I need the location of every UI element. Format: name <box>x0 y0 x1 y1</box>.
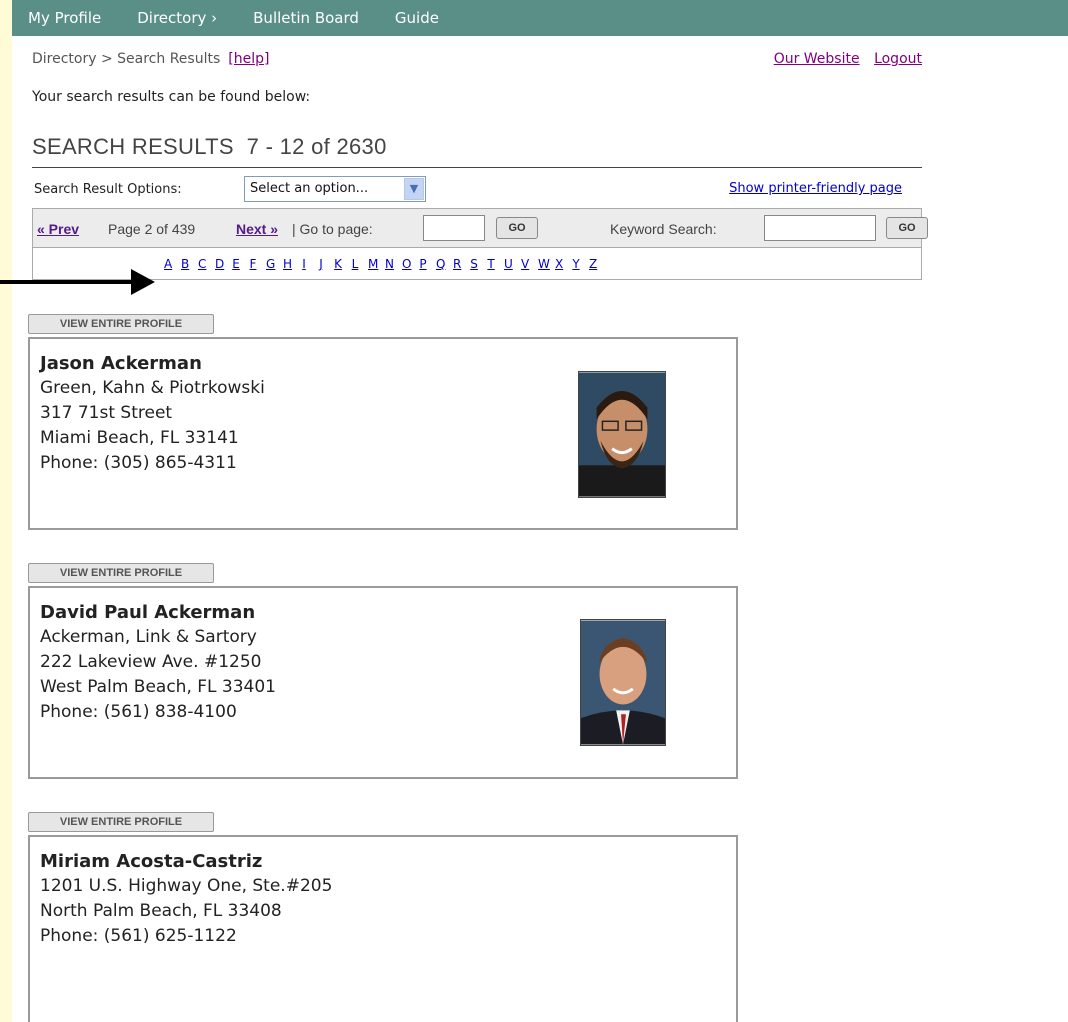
view-profile-button[interactable]: VIEW ENTIRE PROFILE <box>28 563 214 583</box>
help-link[interactable]: [help] <box>228 51 269 67</box>
alphabet-letter-s[interactable]: S <box>470 257 478 271</box>
alphabet-letters: ABCDEFGHIJKLMNOPQRSTUVWXYZ <box>164 257 606 271</box>
our-website-link[interactable]: Our Website <box>774 51 860 67</box>
alphabet-filter-bar: ABCDEFGHIJKLMNOPQRSTUVWXYZ <box>32 248 922 280</box>
top-navigation: My Profile Directory › Bulletin Board Gu… <box>12 0 1068 36</box>
search-options-label: Search Result Options: <box>34 182 182 197</box>
alphabet-letter-e[interactable]: E <box>232 257 240 271</box>
alphabet-letter-w[interactable]: W <box>538 257 550 271</box>
alphabet-letter-r[interactable]: R <box>453 257 461 271</box>
result-line: North Palm Beach, FL 33408 <box>40 901 282 921</box>
alphabet-letter-y[interactable]: Y <box>572 257 580 271</box>
result-name: Miriam Acosta-Castriz <box>40 851 263 872</box>
alphabet-letter-h[interactable]: H <box>283 257 292 271</box>
pagination-bar: « Prev Page 2 of 439 Next » | Go to page… <box>32 208 928 248</box>
goto-page-input[interactable] <box>423 215 485 241</box>
nav-directory[interactable]: Directory › <box>137 9 217 27</box>
alphabet-letter-f[interactable]: F <box>249 257 257 271</box>
result-line: Phone: (561) 625-1122 <box>40 926 237 946</box>
arrow-right-icon <box>131 269 155 295</box>
alphabet-letter-m[interactable]: M <box>368 257 378 271</box>
alphabet-letter-t[interactable]: T <box>487 257 495 271</box>
alphabet-letter-o[interactable]: O <box>402 257 411 271</box>
keyword-search-label: Keyword Search: <box>610 221 717 237</box>
prev-page-link[interactable]: « Prev <box>37 221 79 237</box>
profile-photo <box>580 619 666 746</box>
alphabet-letter-x[interactable]: X <box>555 257 563 271</box>
title-divider <box>32 167 922 168</box>
chevron-down-icon[interactable]: ▼ <box>404 178 424 200</box>
keyword-search-input[interactable] <box>764 215 876 241</box>
page-title: SEARCH RESULTS 7 - 12 of 2630 <box>32 134 387 159</box>
select-value: Select an option... <box>250 181 369 196</box>
header-links: Our Website Logout <box>764 51 922 67</box>
view-profile-button[interactable]: VIEW ENTIRE PROFILE <box>28 812 214 832</box>
search-options-select[interactable]: Select an option... ▼ <box>244 176 426 202</box>
alphabet-letter-p[interactable]: P <box>419 257 427 271</box>
nav-guide[interactable]: Guide <box>395 9 439 27</box>
breadcrumb-row: Directory > Search Results [help] Our Web… <box>32 51 922 71</box>
goto-page-button[interactable]: GO <box>496 217 538 239</box>
alphabet-letter-k[interactable]: K <box>334 257 342 271</box>
alphabet-letter-q[interactable]: Q <box>436 257 445 271</box>
alphabet-letter-u[interactable]: U <box>504 257 513 271</box>
alphabet-letter-n[interactable]: N <box>385 257 394 271</box>
nav-my-profile[interactable]: My Profile <box>28 9 101 27</box>
page-info: Page 2 of 439 <box>108 221 196 237</box>
alphabet-letter-v[interactable]: V <box>521 257 529 271</box>
result-card: Jason Ackerman Green, Kahn & Piotrkowski… <box>28 337 738 530</box>
result-card: Miriam Acosta-Castriz 1201 U.S. Highway … <box>28 835 738 1022</box>
alphabet-letter-d[interactable]: D <box>215 257 224 271</box>
alphabet-letter-j[interactable]: J <box>317 257 325 271</box>
main-content: Directory > Search Results [help] Our Web… <box>0 36 1068 1022</box>
breadcrumb: Directory > Search Results [help] <box>32 51 269 67</box>
alphabet-letter-g[interactable]: G <box>266 257 275 271</box>
alphabet-letter-i[interactable]: I <box>300 257 308 271</box>
nav-bulletin-board[interactable]: Bulletin Board <box>253 9 359 27</box>
alphabet-letter-a[interactable]: A <box>164 257 172 271</box>
result-line: 1201 U.S. Highway One, Ste.#205 <box>40 876 333 896</box>
result-card: David Paul Ackerman Ackerman, Link & Sar… <box>28 586 738 779</box>
alphabet-letter-c[interactable]: C <box>198 257 206 271</box>
next-page-link[interactable]: Next » <box>236 221 278 237</box>
logout-link[interactable]: Logout <box>874 51 922 67</box>
alphabet-letter-z[interactable]: Z <box>589 257 597 271</box>
alphabet-letter-b[interactable]: B <box>181 257 189 271</box>
printer-friendly-link[interactable]: Show printer-friendly page <box>729 181 902 196</box>
intro-text: Your search results can be found below: <box>32 89 311 105</box>
view-profile-button[interactable]: VIEW ENTIRE PROFILE <box>28 314 214 334</box>
breadcrumb-text: Directory > Search Results <box>32 51 221 67</box>
pointer-arrow-line <box>0 280 133 284</box>
keyword-search-button[interactable]: GO <box>886 217 928 239</box>
alphabet-letter-l[interactable]: L <box>351 257 359 271</box>
left-margin-strip <box>0 0 12 1022</box>
goto-page-label: | Go to page: <box>292 221 373 237</box>
search-options-row: Search Result Options: Select an option.… <box>32 176 922 202</box>
profile-photo <box>578 371 666 498</box>
